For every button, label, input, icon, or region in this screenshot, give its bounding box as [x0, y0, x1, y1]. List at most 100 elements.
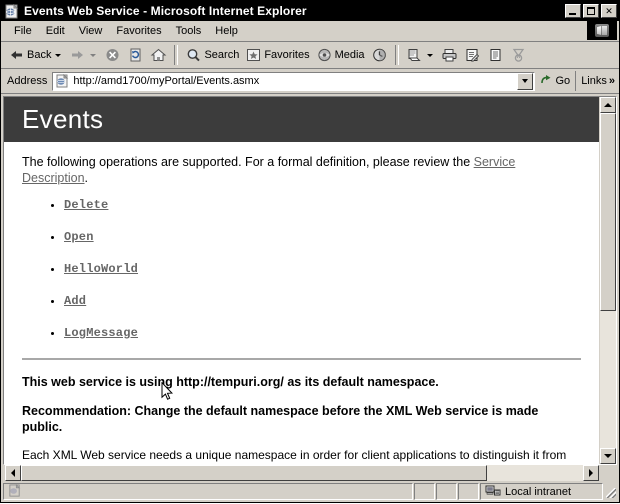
internet-explorer-logo-icon [587, 21, 617, 40]
status-panel-2 [436, 483, 457, 500]
local-intranet-icon [485, 484, 501, 499]
intro-paragraph: The following operations are supported. … [22, 154, 542, 186]
favorites-star-icon [245, 47, 262, 63]
intro-text: The following operations are supported. … [22, 155, 474, 169]
security-zone-label: Local intranet [505, 485, 572, 498]
mail-dropdown-chevron-icon[interactable] [426, 53, 433, 57]
discuss-button[interactable] [484, 44, 507, 66]
document-icon [487, 47, 504, 63]
address-url-text[interactable]: http://amd1700/myPortal/Events.asmx [73, 75, 516, 87]
history-button[interactable] [368, 44, 391, 66]
operation-link-logmessage[interactable]: LogMessage [64, 326, 138, 340]
menu-help[interactable]: Help [208, 23, 245, 39]
go-arrow-icon [540, 74, 554, 88]
status-page-icon [8, 483, 23, 499]
toolbar-separator-2 [394, 45, 399, 65]
back-arrow-icon [8, 47, 25, 63]
operation-link-helloworld[interactable]: HelloWorld [64, 262, 138, 276]
mail-icon [406, 47, 423, 63]
operation-link-add[interactable]: Add [64, 294, 86, 308]
menu-favorites[interactable]: Favorites [109, 23, 168, 39]
vertical-scrollbar[interactable] [599, 97, 616, 464]
scroll-up-button[interactable] [600, 97, 616, 113]
links-button[interactable]: Links » [575, 71, 619, 91]
address-bar: Address http://amd1700/myPortal/Events.a… [1, 69, 619, 94]
back-button[interactable]: Back [5, 44, 66, 66]
go-label: Go [555, 75, 571, 87]
namespace-recommendation: Recommendation: Change the default names… [22, 404, 539, 434]
messenger-person-icon [510, 47, 527, 63]
list-item: Delete [64, 198, 581, 212]
back-history-chevron-icon[interactable] [55, 53, 62, 57]
forward-history-chevron-icon[interactable] [90, 53, 97, 57]
page-title: Events [22, 104, 104, 134]
home-icon [150, 47, 167, 63]
menu-edit[interactable]: Edit [39, 23, 72, 39]
menu-file[interactable]: File [7, 23, 39, 39]
resize-grip[interactable] [604, 483, 618, 500]
close-icon: ✕ [605, 6, 613, 16]
scroll-down-button[interactable] [600, 448, 616, 464]
favorites-label: Favorites [264, 49, 310, 61]
scrollbar-corner [599, 465, 615, 481]
refresh-button[interactable] [124, 44, 147, 66]
horizontal-scroll-track[interactable] [21, 465, 583, 481]
navigation-toolbar: Back Search Favorites Media [1, 42, 619, 69]
address-dropdown-button[interactable] [516, 72, 533, 90]
stop-button[interactable] [101, 44, 124, 66]
namespace-notice: This web service is using http://tempuri… [22, 375, 439, 389]
go-button[interactable]: Go [535, 74, 576, 88]
status-bar: Local intranet [1, 482, 619, 502]
forward-arrow-icon [69, 47, 86, 63]
window-controls: ✕ [565, 4, 617, 18]
intro-suffix: . [84, 171, 89, 185]
mail-button[interactable] [403, 44, 438, 66]
chevron-left-icon [11, 469, 15, 477]
page-body: The following operations are supported. … [4, 142, 599, 464]
printer-icon [441, 47, 458, 63]
maximize-button[interactable] [583, 4, 599, 18]
operation-link-delete[interactable]: Delete [64, 198, 108, 212]
address-label: Address [7, 75, 48, 87]
list-item: Add [64, 294, 581, 308]
web-page: Events The following operations are supp… [4, 97, 599, 464]
operation-link-open[interactable]: Open [64, 230, 94, 244]
history-clock-icon [371, 47, 388, 63]
search-button[interactable]: Search [182, 44, 242, 66]
scroll-left-button[interactable] [5, 465, 21, 481]
page-favicon-icon [55, 73, 70, 89]
forward-button[interactable] [66, 44, 101, 66]
minimize-button[interactable] [565, 4, 581, 18]
back-label: Back [27, 49, 52, 61]
vertical-scroll-thumb[interactable] [600, 113, 616, 311]
edit-page-icon [464, 47, 481, 63]
content-area: Events The following operations are supp… [1, 94, 619, 482]
scroll-right-button[interactable] [583, 465, 599, 481]
document-client: Events The following operations are supp… [3, 96, 617, 465]
service-banner: Events [4, 97, 599, 142]
browser-window: Events Web Service - Microsoft Internet … [0, 0, 620, 503]
vertical-scroll-track[interactable] [600, 113, 616, 448]
links-chevron-icon: » [608, 75, 615, 87]
address-input[interactable]: http://amd1700/myPortal/Events.asmx [52, 71, 535, 91]
list-item: LogMessage [64, 326, 581, 340]
namespace-explanation: Each XML Web service needs a unique name… [22, 448, 567, 464]
operations-list: Delete Open HelloWorld Add LogMessage [22, 198, 581, 340]
close-button[interactable]: ✕ [601, 4, 617, 18]
search-label: Search [204, 49, 240, 61]
section-divider [22, 358, 581, 360]
edit-button[interactable] [461, 44, 484, 66]
messenger-button[interactable] [507, 44, 530, 66]
home-button[interactable] [147, 44, 170, 66]
menu-tools[interactable]: Tools [169, 23, 209, 39]
favorites-button[interactable]: Favorites [242, 44, 312, 66]
security-zone-panel[interactable]: Local intranet [480, 483, 603, 500]
menu-bar: File Edit View Favorites Tools Help [1, 21, 619, 42]
stop-icon [104, 47, 121, 63]
print-button[interactable] [438, 44, 461, 66]
horizontal-scroll-thumb[interactable] [21, 465, 488, 481]
media-button[interactable]: Media [313, 44, 368, 66]
horizontal-scrollbar[interactable] [5, 465, 615, 481]
menu-view[interactable]: View [72, 23, 110, 39]
links-label: Links [581, 75, 607, 87]
